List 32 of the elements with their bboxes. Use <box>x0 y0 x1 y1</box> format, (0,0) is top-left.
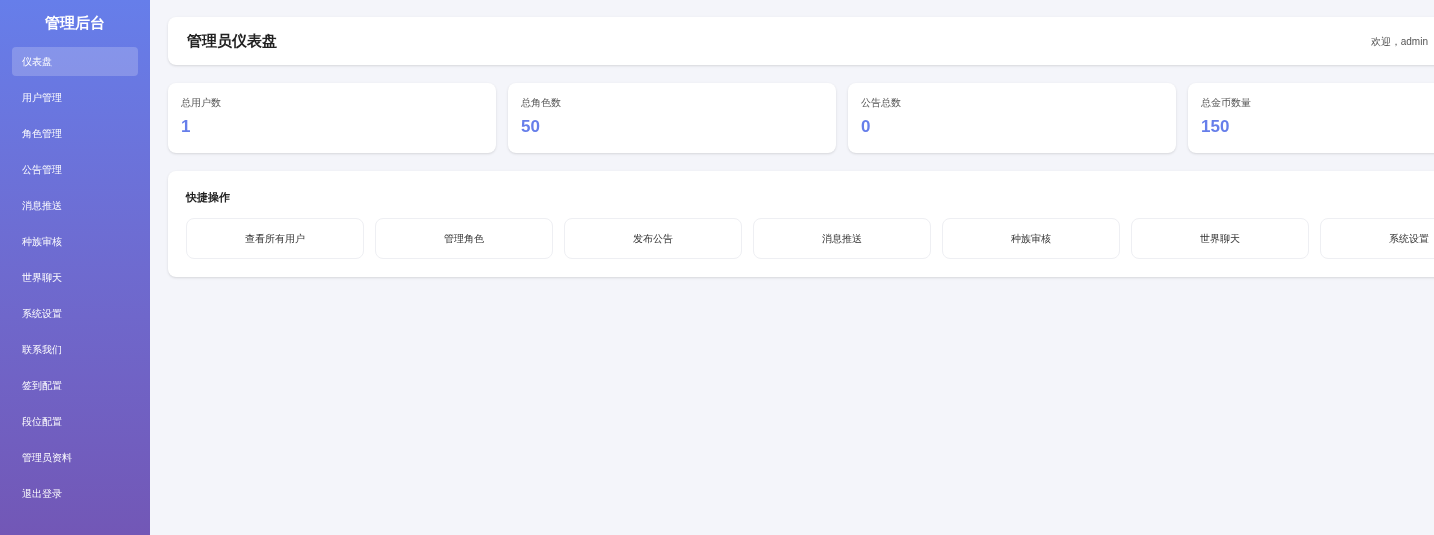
sidebar-item[interactable]: 签到配置 <box>12 370 138 400</box>
quick-action-button[interactable]: 系统设置 <box>1320 217 1434 259</box>
sidebar-item[interactable]: 种族审核 <box>12 226 138 256</box>
section-title: 快捷操作 <box>186 190 231 205</box>
quick-action-button[interactable]: 发布公告 <box>564 217 742 259</box>
stat-label: 总金币数量 <box>1201 96 1252 110</box>
quick-action-button[interactable]: 查看所有用户 <box>186 217 364 259</box>
welcome-text: 欢迎，admin <box>1370 34 1428 49</box>
sidebar-item[interactable]: 仪表盘 <box>12 46 138 76</box>
sidebar-item[interactable]: 管理员资料 <box>12 442 138 472</box>
quick-action-button[interactable]: 世界聊天 <box>1131 217 1309 259</box>
quick-action-button[interactable]: 管理角色 <box>375 217 553 259</box>
stat-value: 150 <box>1201 116 1231 138</box>
page-title: 管理员仪表盘 <box>187 30 277 51</box>
quick-action-button[interactable]: 种族审核 <box>942 217 1120 259</box>
stat-value: 50 <box>521 116 541 138</box>
stat-label: 总角色数 <box>521 96 562 110</box>
sidebar-item[interactable]: 角色管理 <box>12 118 138 148</box>
sidebar-item[interactable]: 消息推送 <box>12 190 138 220</box>
sidebar-item[interactable]: 系统设置 <box>12 298 138 328</box>
stat-label: 公告总数 <box>861 96 902 110</box>
sidebar-item[interactable]: 公告管理 <box>12 154 138 184</box>
stat-label: 总用户数 <box>181 96 222 110</box>
sidebar-item[interactable]: 退出登录 <box>12 478 138 508</box>
sidebar-item[interactable]: 联系我们 <box>12 334 138 364</box>
quick-action-button[interactable]: 消息推送 <box>753 217 931 259</box>
sidebar-title: 管理后台 <box>44 13 106 33</box>
stat-value: 1 <box>181 116 192 138</box>
sidebar-item[interactable]: 世界聊天 <box>12 262 138 292</box>
stat-value: 0 <box>861 116 872 138</box>
sidebar-item[interactable]: 段位配置 <box>12 406 138 436</box>
sidebar-item[interactable]: 用户管理 <box>12 82 138 112</box>
